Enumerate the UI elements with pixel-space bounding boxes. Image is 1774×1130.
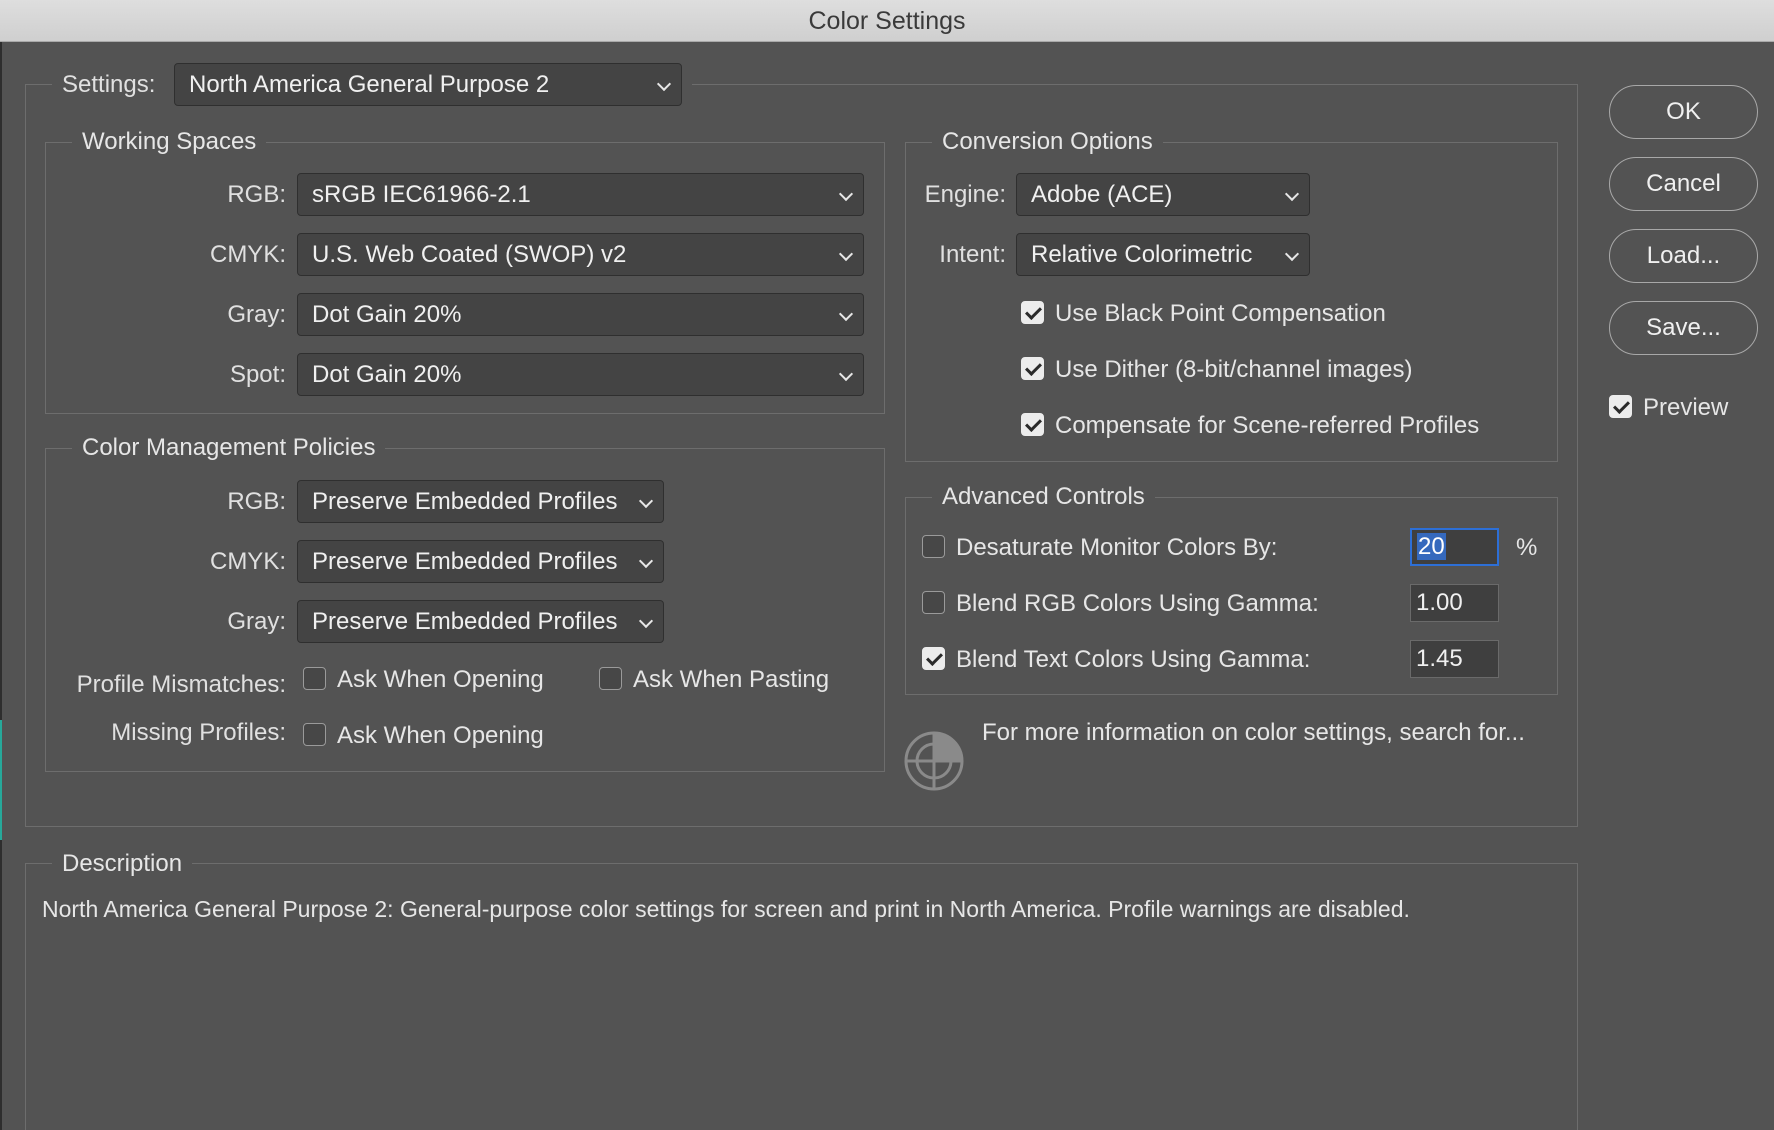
mismatch-ask-pasting-label[interactable]: Ask When Pasting (633, 666, 829, 694)
policy-rgb-value: Preserve Embedded Profiles (312, 488, 618, 515)
description-text: North America General Purpose 2: General… (42, 896, 1410, 922)
ws-spot-value: Dot Gain 20% (312, 361, 462, 388)
policy-gray-value: Preserve Embedded Profiles (312, 608, 618, 635)
black-point-checkbox[interactable] (1021, 301, 1044, 324)
policy-cmyk-select[interactable]: Preserve Embedded Profiles (297, 540, 664, 583)
working-spaces-title: Working Spaces (72, 128, 267, 156)
blend-rgb-checkbox[interactable] (922, 591, 945, 614)
mismatch-ask-opening-label[interactable]: Ask When Opening (337, 666, 544, 694)
chevron-down-icon (638, 553, 654, 569)
chevron-down-icon (838, 186, 854, 202)
conversion-title: Conversion Options (932, 128, 1163, 156)
ws-rgb-value: sRGB IEC61966-2.1 (312, 181, 531, 208)
policy-cmyk-value: Preserve Embedded Profiles (312, 548, 618, 575)
window-title: Color Settings (0, 0, 1774, 42)
ws-rgb-label: RGB: (227, 181, 286, 208)
ws-spot-select[interactable]: Dot Gain 20% (297, 353, 864, 396)
missing-ask-opening-label[interactable]: Ask When Opening (337, 722, 544, 750)
engine-value: Adobe (ACE) (1031, 181, 1173, 208)
chevron-down-icon (838, 306, 854, 322)
chevron-down-icon (838, 366, 854, 382)
desaturate-value: 20 (1417, 533, 1446, 560)
settings-select[interactable]: North America General Purpose 2 (174, 63, 682, 106)
missing-ask-opening-checkbox[interactable] (303, 723, 326, 746)
preview-label[interactable]: Preview (1643, 394, 1728, 422)
save-button[interactable]: Save... (1609, 301, 1758, 355)
blend-text-label[interactable]: Blend Text Colors Using Gamma: (956, 646, 1310, 674)
dither-checkbox[interactable] (1021, 357, 1044, 380)
load-button[interactable]: Load... (1609, 229, 1758, 283)
desaturate-checkbox[interactable] (922, 535, 945, 558)
ws-cmyk-select[interactable]: U.S. Web Coated (SWOP) v2 (297, 233, 864, 276)
settings-select-value: North America General Purpose 2 (189, 71, 550, 98)
ok-button[interactable]: OK (1609, 85, 1758, 139)
intent-label: Intent: (939, 241, 1006, 268)
description-title: Description (52, 850, 193, 878)
window-edge (0, 42, 2, 1130)
desaturate-input[interactable]: 20 (1410, 528, 1499, 566)
profile-mismatches-label: Profile Mismatches: (76, 671, 286, 698)
ws-cmyk-label: CMYK: (209, 241, 286, 268)
policies-title: Color Management Policies (72, 434, 386, 462)
scene-referred-checkbox[interactable] (1021, 413, 1044, 436)
engine-label: Engine: (924, 181, 1006, 208)
ws-spot-label: Spot: (229, 361, 286, 388)
policy-gray-label: Gray: (227, 608, 286, 635)
missing-profiles-label: Missing Profiles: (111, 719, 286, 746)
blend-text-checkbox[interactable] (922, 647, 945, 670)
chevron-down-icon (656, 76, 672, 92)
ws-gray-label: Gray: (227, 301, 286, 328)
policy-rgb-label: RGB: (227, 488, 286, 515)
chevron-down-icon (838, 246, 854, 262)
desaturate-label[interactable]: Desaturate Monitor Colors By: (956, 534, 1277, 562)
blend-rgb-label[interactable]: Blend RGB Colors Using Gamma: (956, 590, 1319, 618)
background-window-edge (0, 720, 2, 840)
chevron-down-icon (1284, 186, 1300, 202)
policy-gray-select[interactable]: Preserve Embedded Profiles (297, 600, 664, 643)
info-text: For more information on color settings, … (982, 719, 1525, 746)
chevron-down-icon (1284, 246, 1300, 262)
policy-rgb-select[interactable]: Preserve Embedded Profiles (297, 480, 664, 523)
ws-gray-select[interactable]: Dot Gain 20% (297, 293, 864, 336)
engine-select[interactable]: Adobe (ACE) (1016, 173, 1310, 216)
ws-gray-value: Dot Gain 20% (312, 301, 462, 328)
ws-rgb-select[interactable]: sRGB IEC61966-2.1 (297, 173, 864, 216)
intent-value: Relative Colorimetric (1031, 241, 1253, 268)
preview-checkbox[interactable] (1609, 395, 1632, 418)
intent-select[interactable]: Relative Colorimetric (1016, 233, 1310, 276)
scene-referred-label[interactable]: Compensate for Scene-referred Profiles (1055, 412, 1479, 440)
blend-text-input[interactable]: 1.45 (1410, 640, 1499, 678)
dither-label[interactable]: Use Dither (8-bit/channel images) (1055, 356, 1412, 384)
mismatch-ask-pasting-checkbox[interactable] (599, 667, 622, 690)
black-point-label[interactable]: Use Black Point Compensation (1055, 300, 1386, 328)
chevron-down-icon (638, 613, 654, 629)
chevron-down-icon (638, 493, 654, 509)
policy-cmyk-label: CMYK: (209, 548, 286, 575)
mismatch-ask-opening-checkbox[interactable] (303, 667, 326, 690)
advanced-title: Advanced Controls (932, 483, 1155, 511)
settings-label: Settings: (62, 71, 156, 98)
ws-cmyk-value: U.S. Web Coated (SWOP) v2 (312, 241, 627, 268)
color-target-icon (903, 730, 965, 792)
blend-rgb-input[interactable]: 1.00 (1410, 584, 1499, 622)
cancel-button[interactable]: Cancel (1609, 157, 1758, 211)
desaturate-unit: % (1516, 534, 1538, 561)
